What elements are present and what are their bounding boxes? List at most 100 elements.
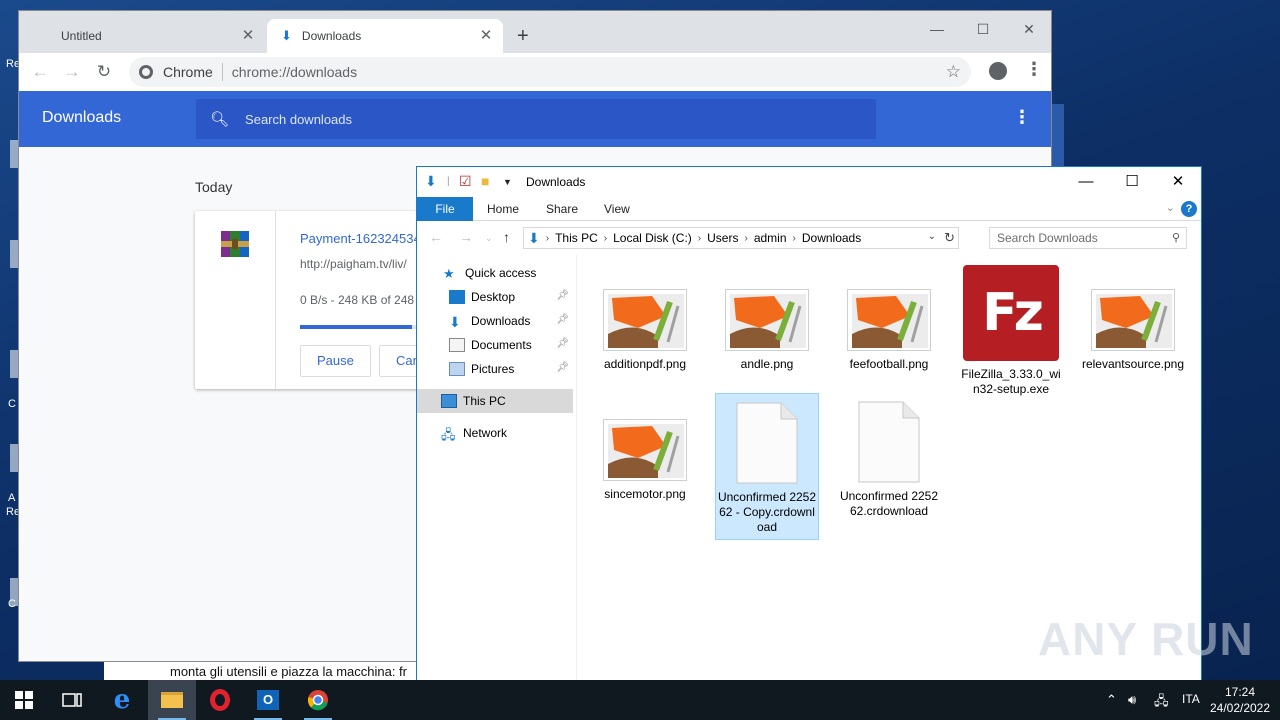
refresh-icon[interactable]: ↻ [944,230,955,246]
nav-pictures[interactable]: Pictures 📌︎ [417,357,573,381]
properties-icon[interactable]: ☑ [459,173,472,190]
star-icon: ★ [443,266,455,281]
taskbar-chrome[interactable] [294,680,342,720]
folder-icon [161,692,183,708]
chrome-menu-icon[interactable]: ⋮ [1025,59,1043,80]
explorer-title-bar: ⬇ | ☑ ■ ▼ Downloads — ☐ ✕ [417,167,1201,197]
download-source-url[interactable]: http://paigham.tv/liv/ [300,257,407,271]
maximize-button[interactable]: ☐ [963,15,1003,43]
file-item[interactable]: additionpdf.png [593,267,697,376]
minimize-button[interactable]: — [917,15,957,43]
taskbar-outlook[interactable]: O [244,680,292,720]
ribbon-tabs: File Home Share View ⌄ ? [417,197,1201,221]
reload-button[interactable]: ↻ [91,59,117,85]
browser-toolbar: ← → ↻ Chrome chrome://downloads ☆ ⋮ [19,53,1051,91]
breadcrumb-local-disk[interactable]: Local Disk (C:) [613,231,692,245]
breadcrumb-users[interactable]: Users [707,231,738,245]
task-view-button[interactable] [48,680,96,720]
breadcrumb-this-pc[interactable]: This PC [555,231,598,245]
taskbar-file-explorer[interactable] [148,680,196,720]
ribbon-tab-share[interactable]: Share [532,197,592,221]
omnibox[interactable]: Chrome chrome://downloads ☆ [129,57,971,87]
downloads-search[interactable]: 🔍︎ [196,99,876,139]
address-row: ← → ⌄ ↑ ⬇ › This PC › Local Disk (C:) › … [417,221,1201,255]
search-icon: 🔍︎ [210,111,230,128]
file-item[interactable]: Fz FileZilla_3.33.0_win32-setup.exe [959,265,1063,401]
omnibox-site: Chrome [163,64,213,80]
maximize-button[interactable]: ☐ [1109,169,1155,195]
download-icon: ⬇ [449,314,461,330]
address-bar[interactable]: ⬇ › This PC › Local Disk (C:) › Users › … [523,227,959,249]
recent-locations-icon[interactable]: ⌄ [485,233,493,244]
file-item[interactable]: Unconfirmed 225262 - Copy.crdownload [715,393,819,540]
omnibox-url[interactable]: chrome://downloads [232,64,357,80]
new-tab-button[interactable]: + [517,25,529,48]
minimize-button[interactable]: — [1063,169,1109,195]
image-thumbnail-icon [1091,289,1175,351]
profile-avatar-icon[interactable] [989,62,1007,80]
taskbar-opera[interactable] [196,680,244,720]
quick-access-down-icon[interactable]: ⬇ [425,173,437,190]
close-window-button[interactable]: ✕ [1155,169,1201,195]
nav-quick-access[interactable]: ★ Quick access [417,261,573,285]
ribbon-tab-file[interactable]: File [417,197,473,221]
up-folder-button[interactable]: ↑ [503,229,510,245]
breadcrumb-arrow-icon[interactable]: › [604,233,607,244]
breadcrumb-admin[interactable]: admin [754,231,787,245]
file-item[interactable]: andle.png [715,267,819,376]
close-tab-icon[interactable]: ✕ [239,27,257,45]
customize-toolbar-icon[interactable]: ▼ [503,177,512,187]
download-filename-link[interactable]: Payment-1623245343 [300,231,428,246]
network-status-icon[interactable]: 🖧︎ [1154,692,1169,714]
close-tab-icon[interactable]: ✕ [477,27,495,45]
forward-button[interactable]: → [459,229,473,245]
taskbar-edge[interactable]: e [98,680,146,720]
explorer-search[interactable]: ⚲ [989,227,1187,249]
address-dropdown-icon[interactable]: ⌄ [928,231,936,242]
pause-button[interactable]: Pause [300,345,371,377]
nav-label: This PC [463,394,506,408]
breadcrumb-arrow-icon[interactable]: › [793,233,796,244]
pin-icon: 📌︎ [556,362,569,373]
bookmark-star-icon[interactable]: ☆ [946,62,961,82]
file-item[interactable]: relevantsource.png [1081,267,1185,376]
nav-downloads[interactable]: ⬇ Downloads 📌︎ [417,309,573,333]
separator-icon: | [447,176,450,187]
file-item[interactable]: sincemotor.png [593,397,697,506]
new-folder-icon[interactable]: ■ [481,173,489,189]
file-explorer-window: ⬇ | ☑ ■ ▼ Downloads — ☐ ✕ File Home Shar… [416,166,1202,682]
more-actions-icon[interactable]: ⋮ [1013,107,1031,128]
ribbon-tab-home[interactable]: Home [473,197,533,221]
tab-downloads[interactable]: ⬇ Downloads ✕ [267,19,503,53]
page-title: Downloads [42,109,122,126]
back-button[interactable]: ← [27,59,53,85]
language-indicator[interactable]: ITA [1182,692,1200,706]
volume-icon[interactable]: 🔊︎ [1128,692,1136,708]
computer-icon [441,394,457,408]
tab-label: Downloads [301,29,362,43]
file-item[interactable]: Unconfirmed 225262.crdownload [837,393,941,523]
search-input[interactable] [997,231,1167,245]
breadcrumb-arrow-icon[interactable]: › [744,233,747,244]
close-window-button[interactable]: ✕ [1009,15,1049,43]
expand-ribbon-icon[interactable]: ⌄ [1166,201,1175,214]
nav-network[interactable]: 🖧︎ Network [417,421,573,445]
ribbon-tab-view[interactable]: View [590,197,644,221]
forward-button[interactable]: → [59,59,85,85]
pin-icon: 📌︎ [556,314,569,325]
desktop-label: C [8,398,16,410]
file-item[interactable]: feefootball.png [837,267,941,376]
nav-desktop[interactable]: Desktop 📌︎ [417,285,573,309]
nav-documents[interactable]: Documents 📌︎ [417,333,573,357]
breadcrumb-downloads[interactable]: Downloads [802,231,861,245]
nav-this-pc[interactable]: This PC [417,389,573,413]
search-input[interactable] [245,111,806,127]
start-button[interactable] [0,680,48,720]
help-icon[interactable]: ? [1181,201,1197,217]
tab-untitled[interactable]: Untitled ✕ [45,19,265,53]
breadcrumb-arrow-icon[interactable]: › [546,233,549,244]
show-hidden-icons[interactable]: ⌃ [1106,692,1117,708]
back-button[interactable]: ← [429,229,443,245]
breadcrumb-arrow-icon[interactable]: › [698,233,701,244]
system-clock[interactable]: 17:24 24/02/2022 [1204,684,1276,716]
